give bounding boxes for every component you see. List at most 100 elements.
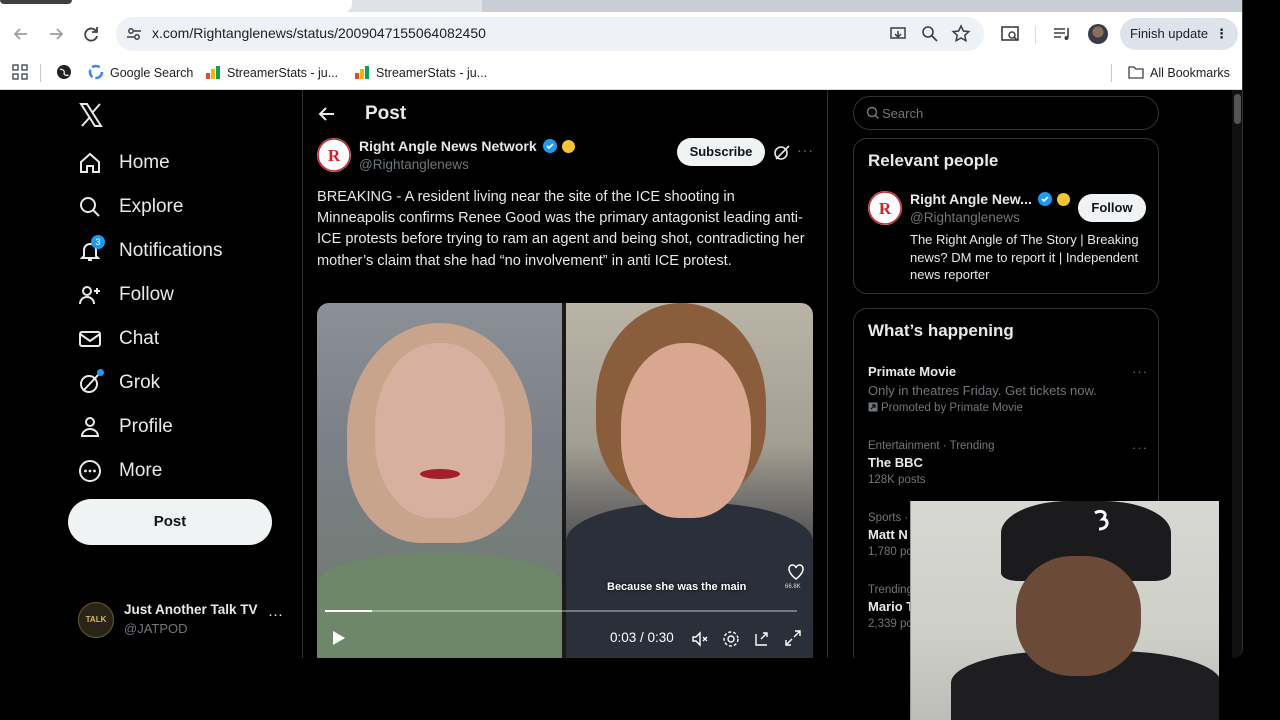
reload-button[interactable] bbox=[80, 23, 102, 45]
gold-badge-icon bbox=[561, 139, 575, 153]
trend-item[interactable]: Primate Movie Only in theatres Friday. G… bbox=[868, 364, 1148, 414]
tab-search-icon[interactable] bbox=[999, 23, 1021, 45]
nav-follow[interactable]: Follow bbox=[78, 280, 174, 310]
finish-update-label: Finish update bbox=[1130, 26, 1209, 41]
site-info-icon[interactable] bbox=[124, 24, 144, 44]
nav-profile[interactable]: Profile bbox=[78, 412, 173, 442]
trend-item[interactable]: Entertainment · Trending The BBC 128K po… bbox=[868, 440, 1148, 486]
person-avatar[interactable]: R bbox=[868, 191, 902, 225]
install-app-icon[interactable] bbox=[888, 24, 908, 44]
person-name[interactable]: Right Angle New... bbox=[910, 191, 1070, 207]
trend-name: The BBC bbox=[868, 455, 923, 470]
heart-icon[interactable] bbox=[787, 563, 805, 581]
shirt-shape bbox=[317, 553, 562, 658]
account-handle: @JATPOD bbox=[124, 621, 188, 636]
follow-button[interactable]: Follow bbox=[1078, 194, 1146, 222]
more-horizontal-icon[interactable]: ··· bbox=[268, 606, 283, 623]
forward-button[interactable] bbox=[45, 23, 67, 45]
globe-icon[interactable] bbox=[56, 64, 72, 80]
face-shape bbox=[1016, 556, 1141, 676]
grok-dot bbox=[97, 369, 104, 376]
trend-more-icon[interactable]: ··· bbox=[1132, 364, 1148, 379]
nav-home[interactable]: Home bbox=[78, 148, 170, 178]
bookmark-streamerstats-2[interactable]: StreamerStats - ju... bbox=[354, 63, 487, 83]
back-button[interactable] bbox=[10, 23, 32, 45]
author-handle[interactable]: @Rightanglenews bbox=[359, 157, 469, 172]
person-bio: The Right Angle of The Story | Breaking … bbox=[910, 232, 1139, 282]
add-person-icon bbox=[79, 286, 100, 305]
face-shape bbox=[375, 343, 505, 518]
screen: x.com/Rightanglenews/status/200904715506… bbox=[0, 0, 1280, 720]
profile-avatar[interactable] bbox=[1088, 24, 1108, 44]
bookmark-label: StreamerStats - ju... bbox=[376, 66, 488, 80]
lips-shape bbox=[420, 469, 460, 479]
nav-chat[interactable]: Chat bbox=[78, 324, 159, 354]
subscribe-button[interactable]: Subscribe bbox=[677, 138, 765, 166]
google-icon bbox=[88, 64, 104, 80]
mute-icon[interactable] bbox=[691, 630, 709, 648]
nav-label: Grok bbox=[119, 372, 161, 393]
scrollbar-thumb[interactable] bbox=[1234, 94, 1241, 124]
browser-toolbar: x.com/Rightanglenews/status/200904715506… bbox=[0, 12, 1242, 56]
video-progress-fill bbox=[325, 610, 373, 612]
right-angle-logo-icon: R bbox=[868, 191, 902, 225]
video-progress[interactable] bbox=[325, 610, 797, 612]
whats-happening-title: What’s happening bbox=[868, 321, 1014, 340]
post-header: Post bbox=[317, 102, 406, 126]
tab-inactive[interactable] bbox=[482, 0, 1242, 12]
video-player[interactable]: Because she was the main 66.8K 0:03 / 0:… bbox=[317, 303, 813, 658]
notification-badge: 3 bbox=[91, 235, 105, 249]
nav-explore[interactable]: Explore bbox=[78, 192, 183, 222]
author-name[interactable]: Right Angle News Network bbox=[359, 138, 575, 154]
all-bookmarks-button[interactable]: All Bookmarks bbox=[1128, 63, 1230, 83]
media-controls-icon[interactable] bbox=[1051, 23, 1073, 45]
promoted-label: Promoted by Primate Movie bbox=[868, 402, 1148, 414]
webcam-overlay bbox=[910, 501, 1219, 720]
trend-more-icon[interactable]: ··· bbox=[1132, 440, 1148, 455]
nav-label: Profile bbox=[119, 416, 173, 437]
bookmark-separator bbox=[1111, 64, 1112, 82]
bookmarks-bar: Google Search StreamerStats - ju... Stre… bbox=[0, 56, 1242, 90]
nav-grok[interactable]: Grok bbox=[78, 368, 160, 398]
apps-grid-icon[interactable] bbox=[12, 64, 28, 80]
zoom-icon[interactable] bbox=[920, 24, 940, 44]
person-handle[interactable]: @Rightanglenews bbox=[910, 210, 1020, 225]
left-navigation: Home Explore 3 Notifications Follow Chat… bbox=[0, 90, 302, 658]
address-bar[interactable]: x.com/Rightanglenews/status/200904715506… bbox=[116, 17, 984, 51]
grok-explain-icon[interactable] bbox=[773, 143, 791, 161]
tab-strip bbox=[0, 0, 1242, 12]
gold-badge-icon bbox=[1056, 192, 1070, 206]
bookmark-streamerstats-1[interactable]: StreamerStats - ju... bbox=[205, 63, 338, 83]
nav-more[interactable]: More bbox=[78, 456, 162, 486]
post-text: BREAKING - A resident living near the si… bbox=[317, 189, 805, 269]
arrow-right-icon bbox=[50, 28, 64, 40]
nav-label: Home bbox=[119, 152, 170, 173]
search-box[interactable]: Search bbox=[853, 96, 1159, 130]
author-avatar[interactable]: R bbox=[317, 138, 351, 172]
author-name-text: Right Angle News Network bbox=[359, 138, 537, 154]
finish-update-button[interactable]: Finish update ⋮ bbox=[1120, 18, 1238, 50]
trend-name: Primate Movie bbox=[868, 364, 957, 379]
fullscreen-icon[interactable] bbox=[784, 629, 802, 647]
back-arrow-icon[interactable] bbox=[317, 104, 337, 124]
video-frame-right bbox=[566, 303, 813, 658]
video-frame-left bbox=[317, 303, 562, 658]
nav-label: Explore bbox=[119, 196, 184, 217]
nav-notifications[interactable]: 3 Notifications bbox=[78, 235, 223, 266]
picture-in-picture-icon[interactable] bbox=[753, 630, 771, 648]
play-icon[interactable] bbox=[329, 629, 347, 647]
post-button[interactable]: Post bbox=[68, 499, 272, 545]
bookmark-star-icon[interactable] bbox=[951, 24, 971, 44]
page-scrollbar[interactable] bbox=[1232, 90, 1242, 658]
x-logo-icon[interactable] bbox=[78, 102, 104, 128]
url-text[interactable]: x.com/Rightanglenews/status/200904715506… bbox=[152, 25, 486, 41]
all-bookmarks-label: All Bookmarks bbox=[1150, 66, 1230, 80]
verified-badge-icon bbox=[1037, 192, 1052, 206]
account-avatar: TALK bbox=[78, 602, 114, 638]
cap-logo-icon bbox=[1089, 507, 1117, 535]
account-switcher[interactable]: TALK Just Another Talk TV @JATPOD ··· bbox=[78, 600, 298, 640]
settings-gear-icon[interactable] bbox=[722, 630, 740, 648]
bookmark-google-search[interactable]: Google Search bbox=[88, 63, 193, 83]
trend-subtext: Only in theatres Friday. Get tickets now… bbox=[868, 383, 1097, 398]
post-more-icon[interactable]: ··· bbox=[797, 142, 814, 158]
